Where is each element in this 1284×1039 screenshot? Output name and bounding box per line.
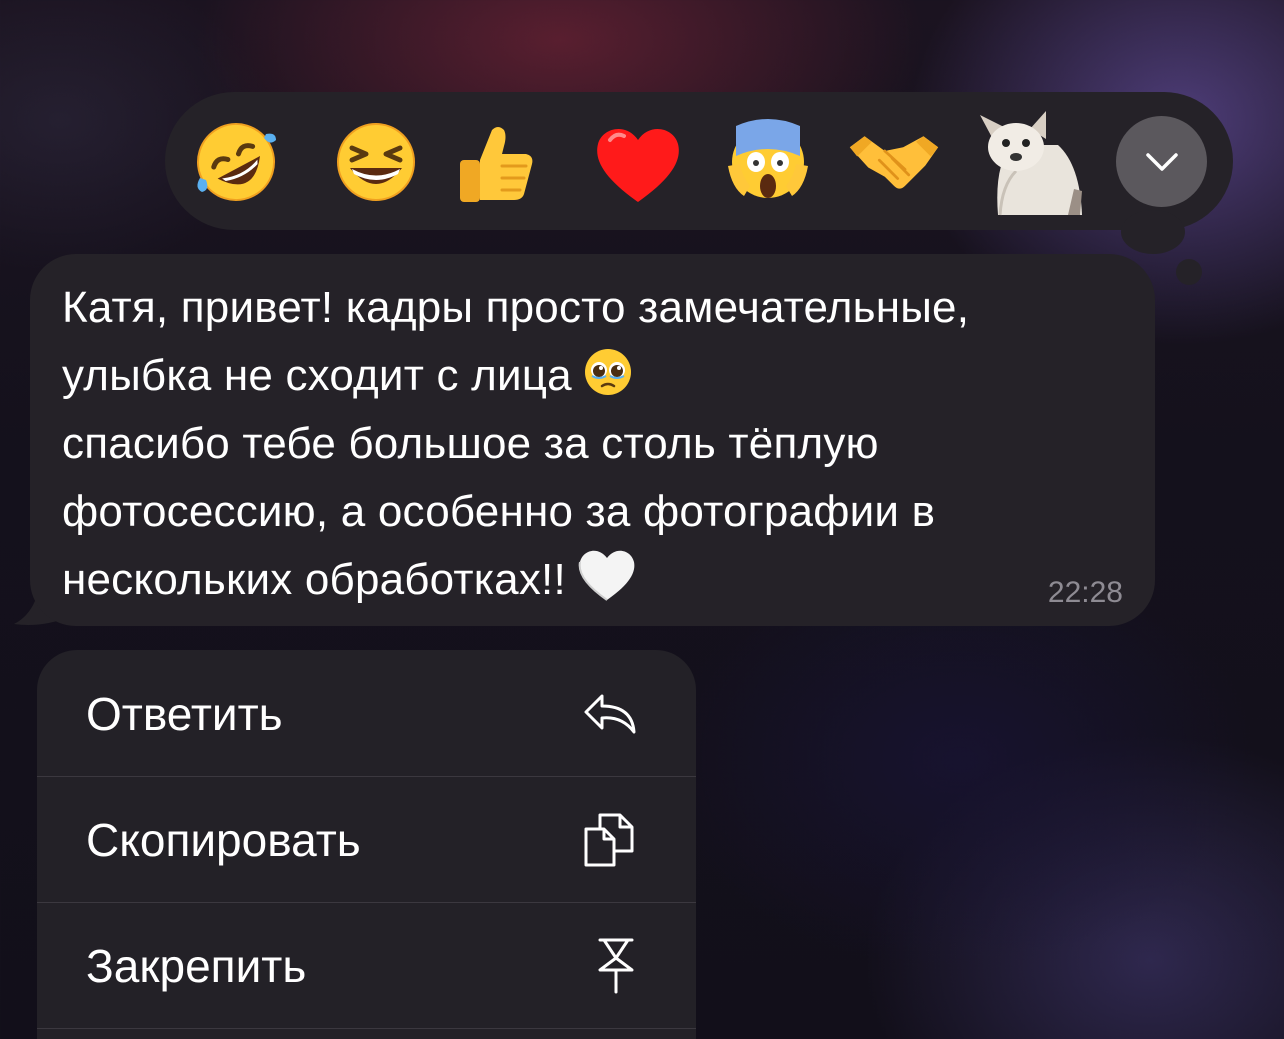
- reaction-heart-icon[interactable]: [592, 114, 684, 210]
- message-line: спасибо тебе большое за столь тёплую: [62, 419, 879, 468]
- white-heart-icon: [576, 546, 638, 622]
- menu-item-label: Закрепить: [86, 940, 307, 992]
- copy-icon: [584, 813, 634, 867]
- reaction-bar-tail-dot-small: [1176, 259, 1202, 285]
- menu-divider: [37, 1028, 696, 1029]
- message-line-text: улыбка не сходит с лица: [62, 351, 572, 400]
- reaction-grin-icon[interactable]: [330, 114, 422, 210]
- message-text: Катя, привет! кадры просто замечательные…: [62, 274, 1115, 614]
- reaction-dog-sticker-icon[interactable]: [976, 104, 1086, 218]
- chevron-down-icon: [1145, 152, 1178, 171]
- menu-item-reply[interactable]: Ответить: [37, 650, 696, 777]
- pleading-face-icon: [582, 346, 634, 418]
- reaction-bar-tail-dot: [1121, 210, 1185, 254]
- message-line: нескольких обработках!!: [62, 546, 1115, 614]
- message-bubble[interactable]: Катя, привет! кадры просто замечательные…: [30, 254, 1155, 626]
- menu-item-label: Ответить: [86, 687, 283, 740]
- message-line: Катя, привет! кадры просто замечательные…: [62, 283, 970, 332]
- reaction-thumbs-up-icon[interactable]: [450, 114, 542, 210]
- reaction-handshake-icon[interactable]: [848, 114, 940, 210]
- menu-item-pin[interactable]: Закрепить: [37, 903, 696, 1029]
- message-line-text: нескольких обработках!!: [62, 555, 566, 604]
- context-menu: Ответить Скопировать Закрепить: [37, 650, 696, 1039]
- message-time: 22:28: [1047, 576, 1123, 609]
- pin-icon: [598, 938, 634, 994]
- reply-icon: [584, 694, 636, 733]
- menu-item-copy[interactable]: Скопировать: [37, 777, 696, 903]
- reaction-scream-icon[interactable]: [722, 114, 814, 210]
- message-line: фотосессию, а особенно за фотографии в: [62, 487, 936, 536]
- message-line: улыбка не сходит с лица: [62, 342, 1115, 410]
- reaction-rofl-icon[interactable]: [190, 114, 282, 210]
- expand-reactions-button[interactable]: [1116, 116, 1207, 207]
- menu-item-label: Скопировать: [86, 814, 361, 866]
